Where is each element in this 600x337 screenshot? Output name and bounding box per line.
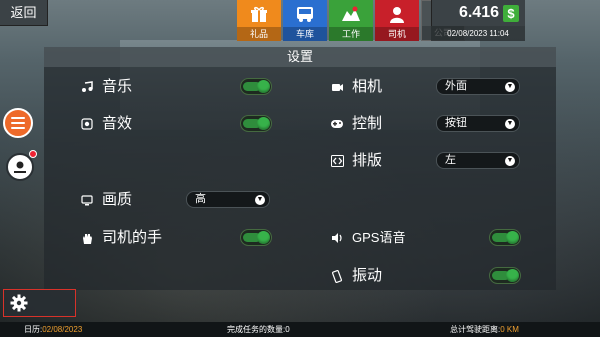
volume-icon [330,231,344,245]
nav-garage[interactable]: 车库 [283,0,327,41]
gear-icon [10,294,28,312]
sfx-toggle[interactable] [240,115,272,132]
driver-icon [375,0,419,27]
chevron-down-icon: ▼ [505,156,515,166]
gps-voice-toggle[interactable] [489,229,521,246]
calendar-info: 日历:02/08/2023 [24,322,82,337]
driver-hands-label: 司机的手 [102,229,163,246]
vibration-row: 振动 [330,266,382,286]
music-label: 音乐 [102,78,133,95]
notification-dot [29,150,37,158]
gift-icon [237,0,281,27]
music-toggle[interactable] [240,78,272,95]
game-datetime: 02/08/2023 11:04 [431,26,525,41]
layout-label: 排版 [352,152,383,169]
controls-row: 控制 [330,114,382,134]
camera-label: 相机 [352,78,383,95]
gps-voice-row: GPS语音 [330,228,405,248]
camera-value: 外面 [445,80,467,92]
quality-label: 画质 [102,191,133,208]
chevron-down-icon: ▼ [505,119,515,129]
quality-select[interactable]: 高 ▼ [186,191,270,208]
camera-icon [330,80,344,94]
nav-gift[interactable]: 礼品 [237,0,281,41]
monitor-icon [80,193,94,207]
layout-select[interactable]: 左 ▼ [436,152,520,169]
nav-gift-label: 礼品 [237,27,281,41]
status-bar: 日历:02/08/2023 完成任务的数量:0 总计驾驶距离:0 KM [0,322,600,337]
hamburger-icon [11,117,25,129]
tasks-value: 0 [285,325,290,334]
distance-label: 总计驾驶距离: [450,325,501,334]
menu-button[interactable] [3,108,33,138]
distance-value: 0 KM [500,325,519,334]
calendar-label: 日历: [24,325,43,334]
money-value: 6.416 [458,4,499,21]
gamepad-icon [330,117,344,131]
nav-driver[interactable]: 司机 [375,0,419,41]
sfx-label: 音效 [102,115,133,132]
quality-value: 高 [195,193,206,205]
chevron-down-icon: ▼ [505,82,515,92]
map-icon [329,0,373,27]
layout-value: 左 [445,154,456,166]
nav-jobs[interactable]: 工作 [329,0,373,41]
driver-hands-row: 司机的手 [80,228,162,248]
music-row: 音乐 [80,77,132,97]
controls-label: 控制 [352,115,383,132]
quality-row: 画质 [80,190,132,210]
code-brackets-icon [330,154,344,168]
controls-select[interactable]: 按钮 ▼ [436,115,520,132]
user-icon [14,161,26,173]
settings-gear-button[interactable] [3,289,76,317]
money-display: 6.416 $ [431,0,525,26]
tasks-label: 完成任务的数量: [227,325,286,334]
vibration-toggle[interactable] [489,267,521,284]
hand-icon [80,231,94,245]
sfx-row: 音效 [80,114,132,134]
bus-icon [283,0,327,27]
back-button[interactable]: 返回 [0,0,48,26]
vibration-icon [330,269,344,283]
chevron-down-icon: ▼ [255,195,265,205]
nav-garage-label: 车库 [283,27,327,41]
vibration-label: 振动 [352,267,383,284]
speaker-icon [80,117,94,131]
nav-driver-label: 司机 [375,27,419,41]
layout-row: 排版 [330,151,382,171]
distance-info: 总计驾驶距离:0 KM [450,322,519,337]
calendar-value: 02/08/2023 [42,325,83,334]
gps-voice-label: GPS语音 [352,230,406,245]
music-note-icon [80,80,94,94]
nav-jobs-label: 工作 [329,27,373,41]
tasks-info: 完成任务的数量:0 [227,322,290,337]
controls-value: 按钮 [445,117,467,129]
camera-select[interactable]: 外面 ▼ [436,78,520,95]
dollar-icon[interactable]: $ [503,4,519,22]
camera-row: 相机 [330,77,382,97]
driver-hands-toggle[interactable] [240,229,272,246]
settings-title: 设置 [44,47,556,67]
